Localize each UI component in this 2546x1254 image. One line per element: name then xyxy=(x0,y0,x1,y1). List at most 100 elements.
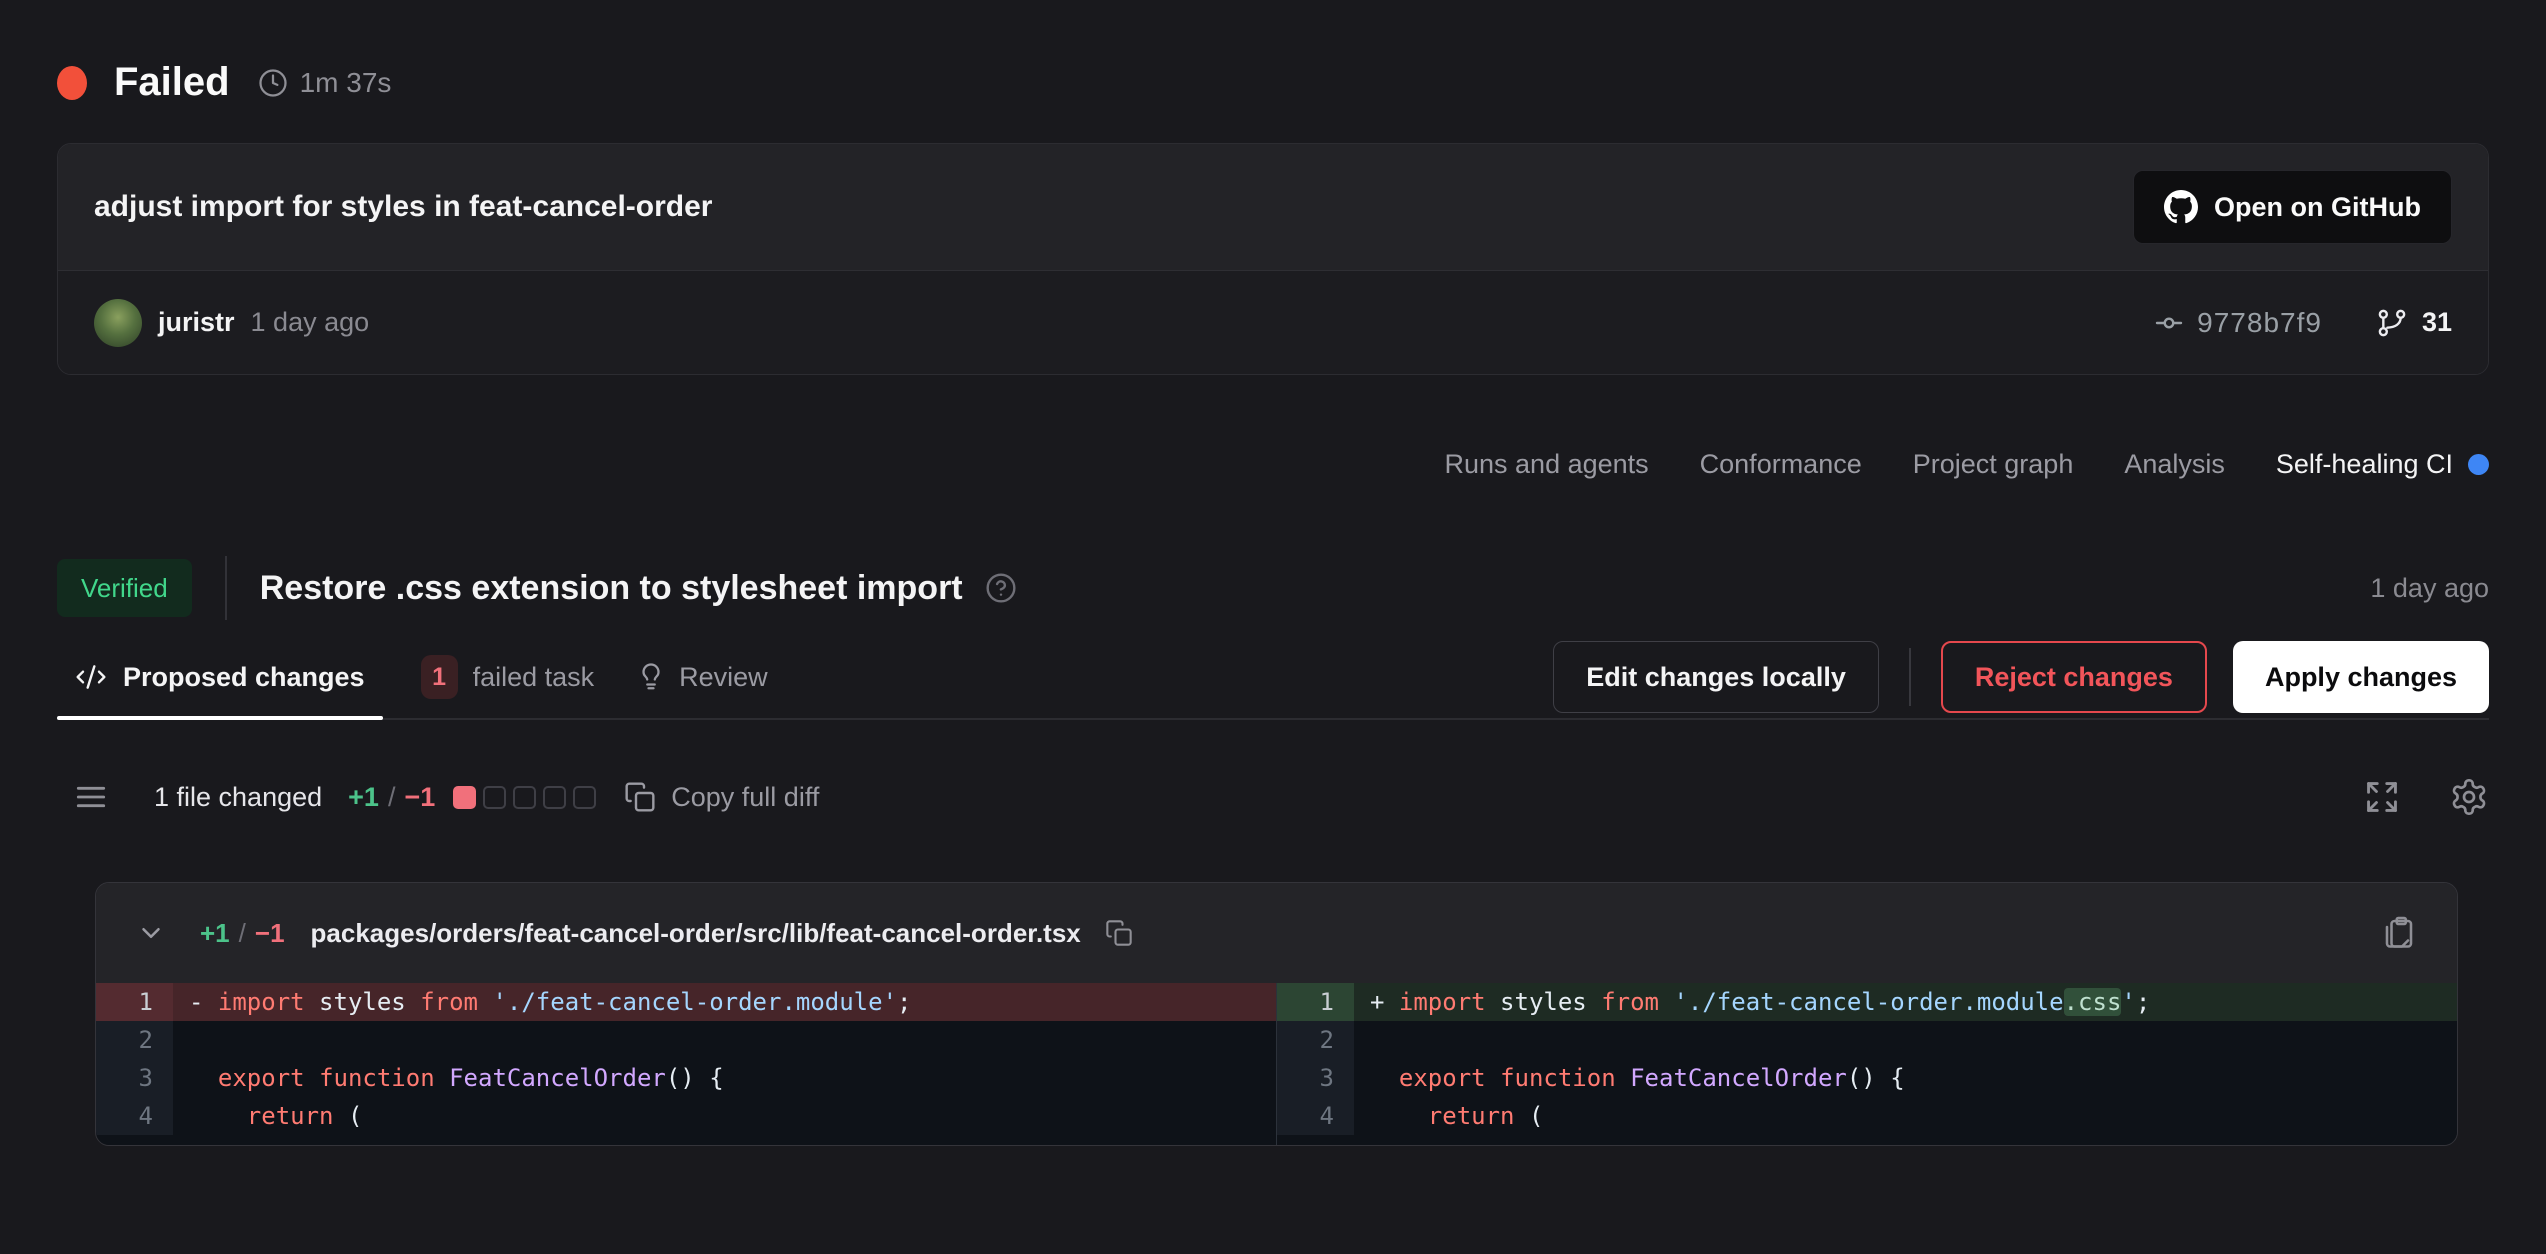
code-text: return ( xyxy=(173,1097,1276,1135)
file-tree-menu-icon[interactable] xyxy=(72,778,110,816)
fix-actions: Edit changes locally Reject changes Appl… xyxy=(1553,641,2489,713)
notification-dot xyxy=(2468,454,2489,475)
copy-path-icon[interactable] xyxy=(1105,919,1133,947)
tab-proposed-changes[interactable]: Proposed changes xyxy=(57,636,383,718)
code-text: - import styles from './feat-cancel-orde… xyxy=(173,983,1276,1021)
file-deletions: −1 xyxy=(255,918,285,949)
line-number: 1 xyxy=(96,983,173,1021)
copy-full-diff-label: Copy full diff xyxy=(671,782,819,813)
diff-ratio-block xyxy=(513,786,536,809)
file-diff-stats: +1 / −1 xyxy=(200,918,285,949)
chevron-down-icon[interactable] xyxy=(136,918,166,948)
verified-badge: Verified xyxy=(57,559,192,617)
help-icon[interactable] xyxy=(985,572,1017,604)
diff-ratio-block xyxy=(543,786,566,809)
diff-line: 3 export function FeatCancelOrder() { xyxy=(96,1059,1276,1097)
fix-header: Verified Restore .css extension to style… xyxy=(57,556,2489,620)
commit-card: adjust import for styles in feat-cancel-… xyxy=(57,143,2489,375)
diff-line: 3 export function FeatCancelOrder() { xyxy=(1277,1059,2457,1097)
branch-count-group[interactable]: 31 xyxy=(2376,307,2452,339)
line-number: 1 xyxy=(1277,983,1354,1021)
run-status-label: Failed xyxy=(114,60,230,105)
run-status-row: Failed 1m 37s xyxy=(57,0,2489,105)
files-changed-label: 1 file changed xyxy=(154,782,322,813)
open-on-github-label: Open on GitHub xyxy=(2214,192,2421,223)
copy-icon xyxy=(624,781,656,813)
file-stats-separator: / xyxy=(239,918,246,949)
tab-review-label: Review xyxy=(679,662,768,693)
lightbulb-icon xyxy=(636,662,666,692)
tab-failed-task[interactable]: 1 failed task xyxy=(421,636,595,718)
diff-ratio-block xyxy=(573,786,596,809)
file-path: packages/orders/feat-cancel-order/src/li… xyxy=(311,918,1081,949)
deletions-count: −1 xyxy=(404,782,435,813)
header-divider xyxy=(225,556,227,620)
nav-item-project-graph[interactable]: Project graph xyxy=(1913,449,2074,480)
nav-item-analysis[interactable]: Analysis xyxy=(2124,449,2225,480)
code-text xyxy=(173,1021,1276,1059)
commit-card-top: adjust import for styles in feat-cancel-… xyxy=(58,144,2488,270)
nav-active-label: Self-healing CI xyxy=(2276,449,2453,480)
line-number: 4 xyxy=(1277,1097,1354,1135)
expand-icon[interactable] xyxy=(2363,778,2401,816)
nav-item-conformance[interactable]: Conformance xyxy=(1700,449,1862,480)
commit-hash: 9778b7f9 xyxy=(2197,307,2322,339)
diff-line: 4 return ( xyxy=(1277,1097,2457,1135)
open-on-github-button[interactable]: Open on GitHub xyxy=(2133,170,2452,244)
fix-title: Restore .css extension to stylesheet imp… xyxy=(260,569,963,608)
clock-icon xyxy=(258,68,288,98)
line-number: 2 xyxy=(96,1021,173,1059)
failed-status-dot xyxy=(57,66,87,100)
diff-stats: +1 / −1 xyxy=(348,782,435,813)
diff-line: 1+ import styles from './feat-cancel-ord… xyxy=(1277,983,2457,1021)
author-name: juristr xyxy=(158,307,235,338)
copy-file-diff-icon[interactable] xyxy=(2381,915,2417,951)
diff-ratio-blocks xyxy=(453,786,596,809)
line-number: 3 xyxy=(96,1059,173,1097)
commit-hash-group[interactable]: 9778b7f9 xyxy=(2153,307,2322,339)
diff-file-header: +1 / −1 packages/orders/feat-cancel-orde… xyxy=(96,883,2457,983)
code-text: return ( xyxy=(1354,1097,2457,1135)
line-number: 2 xyxy=(1277,1021,1354,1059)
stats-separator: / xyxy=(388,782,396,813)
commit-card-bottom: juristr 1 day ago 9778b7f9 31 xyxy=(58,270,2488,374)
diff-file-card: +1 / −1 packages/orders/feat-cancel-orde… xyxy=(95,882,2458,1146)
diff-ratio-block xyxy=(453,786,476,809)
code-text: + import styles from './feat-cancel-orde… xyxy=(1354,983,2457,1021)
diff-line: 2 xyxy=(96,1021,1276,1059)
diff-code: 1- import styles from './feat-cancel-ord… xyxy=(96,983,2457,1145)
failed-count-badge: 1 xyxy=(421,655,458,699)
diff-ratio-block xyxy=(483,786,506,809)
nav-item-self-healing-ci[interactable]: Self-healing CI xyxy=(2276,449,2489,480)
diff-toolbar: 1 file changed +1 / −1 Copy full diff xyxy=(57,764,2489,830)
code-text: export function FeatCancelOrder() { xyxy=(173,1059,1276,1097)
gear-icon[interactable] xyxy=(2449,777,2489,817)
tab-review[interactable]: Review xyxy=(636,636,768,718)
fix-time-ago: 1 day ago xyxy=(2370,573,2489,604)
diff-pane-new: 1+ import styles from './feat-cancel-ord… xyxy=(1277,983,2457,1145)
github-icon xyxy=(2164,190,2198,224)
diff-line: 1- import styles from './feat-cancel-ord… xyxy=(96,983,1276,1021)
fix-tabs-row: Proposed changes 1 failed task Review Ed… xyxy=(57,636,2489,720)
code-icon xyxy=(75,661,107,693)
diff-line: 2 xyxy=(1277,1021,2457,1059)
tab-proposed-changes-label: Proposed changes xyxy=(123,662,365,693)
line-number: 3 xyxy=(1277,1059,1354,1097)
diff-pane-old: 1- import styles from './feat-cancel-ord… xyxy=(96,983,1277,1145)
nav-item-runs-and-agents[interactable]: Runs and agents xyxy=(1445,449,1649,480)
diff-toolbar-right xyxy=(2363,777,2489,817)
copy-full-diff-button[interactable]: Copy full diff xyxy=(624,781,819,813)
edit-changes-locally-button[interactable]: Edit changes locally xyxy=(1553,641,1879,713)
apply-changes-button[interactable]: Apply changes xyxy=(2233,641,2489,713)
branch-count: 31 xyxy=(2422,307,2452,338)
commit-time-ago: 1 day ago xyxy=(251,307,370,338)
actions-divider xyxy=(1909,648,1911,706)
code-text xyxy=(1354,1021,2457,1059)
diff-line: 4 return ( xyxy=(96,1097,1276,1135)
file-additions: +1 xyxy=(200,918,230,949)
avatar xyxy=(94,299,142,347)
reject-changes-button[interactable]: Reject changes xyxy=(1941,641,2207,713)
author-group: juristr 1 day ago xyxy=(94,299,369,347)
git-branch-icon xyxy=(2376,307,2408,339)
additions-count: +1 xyxy=(348,782,379,813)
